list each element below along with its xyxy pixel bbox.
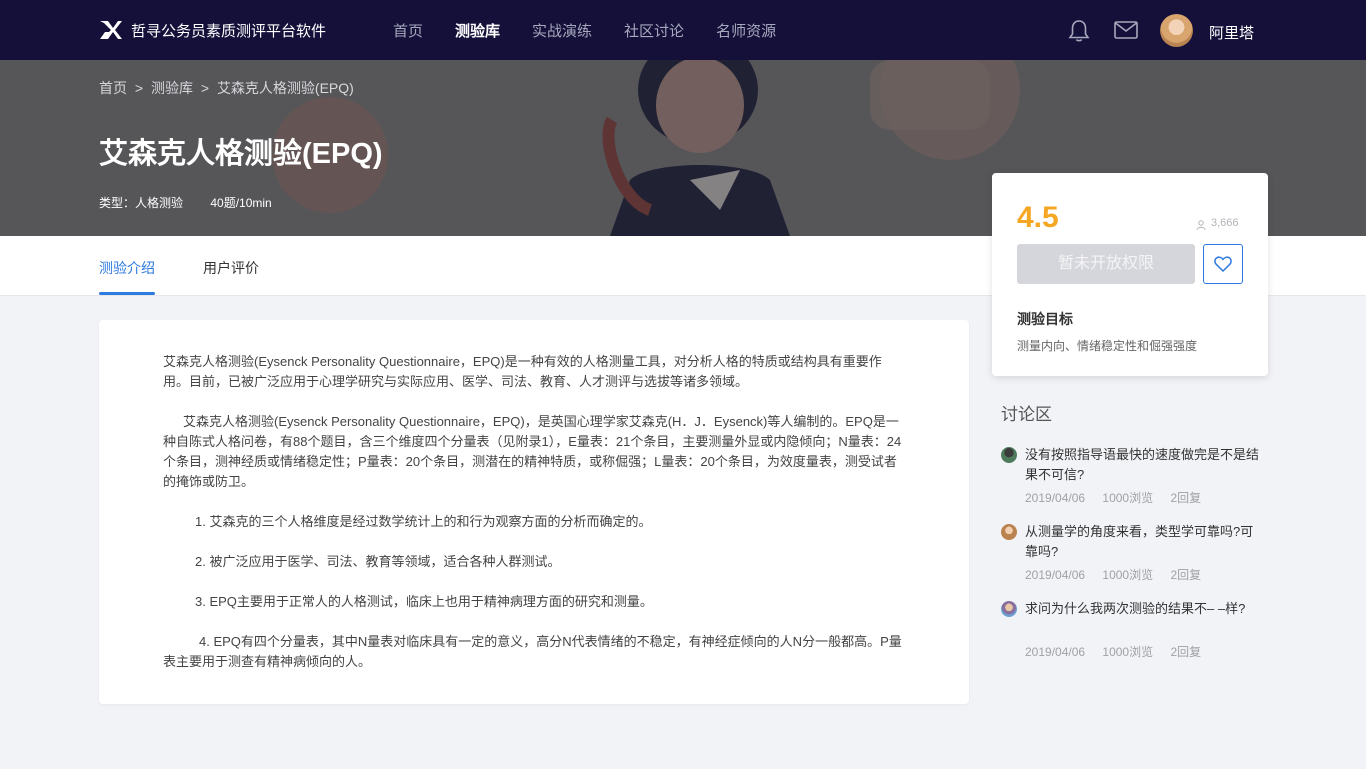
breadcrumb: 首页 > 测验库 > 艾森克人格测验(EPQ) (99, 78, 358, 98)
main-nav: 首页 测验库 实战演练 社区讨论 名师资源 (393, 20, 808, 41)
favorite-button[interactable] (1203, 244, 1243, 284)
tab-introduction[interactable]: 测验介绍 (99, 258, 155, 278)
breadcrumb-separator: > (200, 80, 210, 96)
tab-user-reviews[interactable]: 用户评价 (203, 258, 259, 278)
nav-home[interactable]: 首页 (393, 20, 423, 41)
bell-icon[interactable] (1068, 19, 1090, 43)
intro-list-item: 3. EPQ主要用于正常人的人格测试，临床上也用于精神病理方面的研究和测量。 (195, 594, 653, 609)
test-meta: 类型：人格测验 40题/10min (99, 194, 296, 211)
top-navigation-bar: 哲寻公务员素质测评平台软件 首页 测验库 实战演练 社区讨论 名师资源 阿里塔 (0, 0, 1366, 60)
introduction-card: 艾森克人格测验(Eysenck Personality Questionnair… (99, 320, 969, 704)
discussion-meta: 2019/04/06 1000浏览 2回复 (1025, 566, 1215, 583)
user-avatar[interactable] (1160, 14, 1193, 47)
brand-name: 哲寻公务员素质测评平台软件 (131, 23, 327, 40)
nav-teachers[interactable]: 名师资源 (716, 20, 776, 41)
active-tab-indicator (99, 292, 155, 295)
reply-count: 2回复 (1170, 645, 1202, 659)
avatar (1001, 601, 1017, 617)
goal-text: 测量内向、情绪稳定性和倔强强度 (1017, 339, 1198, 353)
nav-test-library[interactable]: 测验库 (455, 20, 500, 41)
avatar (1001, 447, 1017, 463)
start-test-button[interactable]: 暂未开放权限 (1017, 244, 1195, 284)
user-icon (1196, 220, 1206, 230)
test-type: 类型：人格测验 (99, 196, 184, 210)
reply-count: 2回复 (1170, 491, 1202, 505)
view-count: 1000浏览 (1102, 645, 1154, 659)
discussion-meta: 2019/04/06 1000浏览 2回复 (1025, 489, 1215, 506)
breadcrumb-current: 艾森克人格测验(EPQ) (216, 80, 354, 96)
post-date: 2019/04/06 (1025, 491, 1086, 505)
rating-card: 4.5 3,666 暂未开放权限 测验目标 测量内向、情绪稳定性和倔强强度 (992, 173, 1268, 376)
view-count: 1000浏览 (1102, 568, 1154, 582)
test-duration: 40题/10min (210, 196, 272, 210)
intro-list-item: 1. 艾森克的三个人格维度是经过数学统计上的和行为观察方面的分析而确定的。 (195, 514, 652, 529)
rating-score: 4.5 (1017, 201, 1059, 234)
intro-paragraph: 艾森克人格测验(Eysenck Personality Questionnair… (163, 354, 882, 389)
discussion-meta: 2019/04/06 1000浏览 2回复 (1025, 643, 1215, 660)
avatar (1001, 524, 1017, 540)
page-title: 艾森克人格测验(EPQ) (99, 138, 383, 170)
discussion-question[interactable]: 没有按照指导语最快的速度做完是不是结果不可信? (1025, 445, 1265, 485)
discussion-question[interactable]: 求问为什么我两次测验的结果不– –样? (1025, 599, 1265, 619)
intro-list-item: 4. EPQ有四个分量表，其中N量表对临床具有一定的意义，高分N代表情绪的不稳定… (163, 634, 902, 669)
post-date: 2019/04/06 (1025, 645, 1086, 659)
intro-paragraph: 艾森克人格测验(Eysenck Personality Questionnair… (163, 414, 902, 489)
view-count: 1000浏览 (1102, 491, 1154, 505)
goal-heading: 测验目标 (1017, 311, 1073, 327)
discussion-heading: 讨论区 (1001, 405, 1052, 424)
reply-count: 2回复 (1170, 568, 1202, 582)
logo-icon[interactable] (99, 19, 123, 41)
nav-practice[interactable]: 实战演练 (532, 20, 592, 41)
breadcrumb-test-library[interactable]: 测验库 (151, 80, 193, 96)
participant-count: 3,666 (1211, 217, 1239, 229)
post-date: 2019/04/06 (1025, 568, 1086, 582)
breadcrumb-separator: > (134, 80, 144, 96)
mail-icon[interactable] (1114, 21, 1138, 39)
discussion-question[interactable]: 从测量学的角度来看，类型学可靠吗?可靠吗? (1025, 522, 1265, 562)
nav-community[interactable]: 社区讨论 (624, 20, 684, 41)
intro-list-item: 2. 被广泛应用于医学、司法、教育等领域，适合各种人群测试。 (195, 554, 561, 569)
breadcrumb-home[interactable]: 首页 (99, 80, 127, 96)
heart-icon (1214, 256, 1232, 272)
username[interactable]: 阿里塔 (1209, 22, 1254, 43)
